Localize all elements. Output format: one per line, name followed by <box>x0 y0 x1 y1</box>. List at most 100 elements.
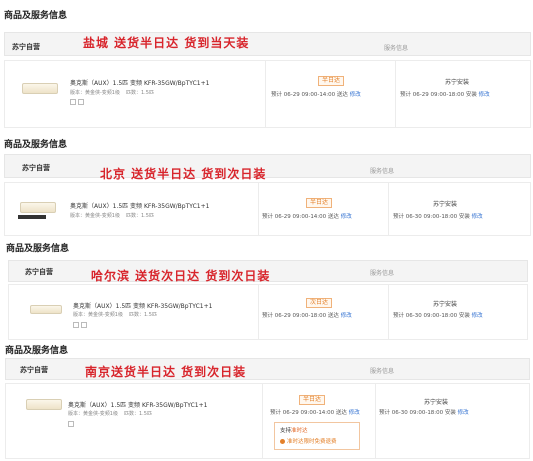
product-attrs: 版本：黄金侠-变频1级 匹数：1.5匹 <box>70 89 154 96</box>
edit-install-link[interactable]: 修改 <box>472 313 483 319</box>
product-image[interactable] <box>26 399 62 410</box>
delivery-suffix: 送达 <box>336 92 348 98</box>
delivery-eta-text: 预计 06-29 09:00-18:00 <box>262 313 327 319</box>
section-title: 商品及服务信息 <box>5 346 69 356</box>
store-name: 苏宁自营 <box>25 268 53 276</box>
install-eta-text: 预计 06-30 09:00-18:00 安装 <box>393 214 470 220</box>
delivery-badge: 半日达 <box>299 395 326 405</box>
service-header: 服务信息 <box>370 168 395 175</box>
product-image[interactable] <box>20 202 56 213</box>
service-header: 服务信息 <box>370 270 395 277</box>
divider <box>395 61 396 127</box>
delivery-eta: 预计 06-29 09:00-18:00 送达 修改 <box>262 311 352 319</box>
gift-icon[interactable] <box>68 421 74 427</box>
panel-beijing: 商品及服务信息 苏宁自营 北京 送货半日达 货到次日装 服务信息 奥克斯（AUX… <box>0 132 533 238</box>
store-header <box>5 358 530 380</box>
image-caption-bar <box>18 215 46 219</box>
install-label: 苏宁安装 <box>424 399 449 406</box>
delivery-eta: 预计 06-29 09:00-14:00 送达 修改 <box>271 90 361 98</box>
delivery-badge: 次日达 <box>306 298 333 308</box>
product-name[interactable]: 奥克斯（AUX）1.5匹 变频 KFR-35GW/BpTYC1+1 <box>68 400 207 409</box>
promo-overlay: 南京送货半日达 货到次日装 <box>85 365 247 379</box>
edit-delivery-link[interactable]: 修改 <box>350 92 361 98</box>
tip-line-1: 支持准时达 <box>280 426 308 434</box>
pieces-label: 匹数：1.5匹 <box>126 213 154 219</box>
divider <box>262 384 263 458</box>
divider <box>258 183 259 235</box>
install-eta-text: 预计 06-29 09:00-18:00 安装 <box>400 92 477 98</box>
delivery-eta-text: 预计 06-29 09:00-14:00 <box>271 92 336 98</box>
version-label: 版本：黄金侠-变频1级 <box>70 90 120 96</box>
section-title: 商品及服务信息 <box>6 244 70 254</box>
service-header: 服务信息 <box>384 45 409 52</box>
store-name: 苏宁自营 <box>12 43 40 51</box>
delivery-eta-text: 预计 06-29 09:00-14:00 <box>262 214 327 220</box>
edit-delivery-link[interactable]: 修改 <box>341 214 352 220</box>
delivery-suffix: 送达 <box>327 313 339 319</box>
install-label: 苏宁安装 <box>433 301 458 308</box>
version-label: 版本：黄金侠-变频1级 <box>68 411 118 417</box>
install-label: 苏宁安装 <box>445 79 470 86</box>
edit-delivery-link[interactable]: 修改 <box>341 313 352 319</box>
divider <box>265 61 266 127</box>
install-eta: 预计 06-29 09:00-18:00 安装 修改 <box>400 90 490 98</box>
pieces-label: 匹数：1.5匹 <box>129 312 157 318</box>
divider <box>388 183 389 235</box>
delivery-badge: 半日达 <box>318 76 345 86</box>
version-label: 版本：黄金侠-变频1级 <box>73 312 123 318</box>
panel-nanjing: 商品及服务信息 苏宁自营 南京送货半日达 货到次日装 服务信息 奥克斯（AUX）… <box>0 342 533 461</box>
product-attrs: 版本：黄金侠-变频1级 匹数：1.5匹 <box>68 410 152 417</box>
clock-icon <box>280 439 285 444</box>
install-eta-text: 预计 06-30 09:00-18:00 安装 <box>379 410 456 416</box>
product-name[interactable]: 奥克斯（AUX）1.5匹 变频 KFR-35GW/BpTYC1+1 <box>70 201 209 210</box>
product-row <box>5 383 530 459</box>
tip-highlight: 准时达 <box>291 428 308 434</box>
pieces-label: 匹数：1.5匹 <box>126 90 154 96</box>
product-attrs: 版本：黄金侠-变频1级 匹数：1.5匹 <box>73 311 157 318</box>
version-label: 版本：黄金侠-变频1级 <box>70 213 120 219</box>
install-eta: 预计 06-30 09:00-18:00 安装 修改 <box>393 311 483 319</box>
product-attrs: 版本：黄金侠-变频1级 匹数：1.5匹 <box>70 212 154 219</box>
edit-install-link[interactable]: 修改 <box>479 92 490 98</box>
edit-install-link[interactable]: 修改 <box>458 410 469 416</box>
store-name: 苏宁自营 <box>22 164 50 172</box>
mail-icon[interactable] <box>81 322 87 328</box>
tip-refund-text: 准时达限时免费退费 <box>287 439 337 445</box>
edit-delivery-link[interactable]: 修改 <box>349 410 360 416</box>
on-time-tooltip: 支持准时达 准时达限时免费退费 <box>274 422 360 450</box>
tip-prefix: 支持 <box>280 428 292 434</box>
delivery-eta-text: 预计 06-29 09:00-14:00 <box>270 410 335 416</box>
edit-install-link[interactable]: 修改 <box>472 214 483 220</box>
gift-icon[interactable] <box>73 322 79 328</box>
promo-overlay: 哈尔滨 送货次日达 货到次日装 <box>91 269 271 283</box>
delivery-eta: 预计 06-29 09:00-14:00 送达 修改 <box>270 408 360 416</box>
product-name[interactable]: 奥克斯（AUX）1.5匹 变频 KFR-35GW/BpTYC1+1 <box>73 301 212 310</box>
pieces-label: 匹数：1.5匹 <box>124 411 152 417</box>
product-image[interactable] <box>22 83 58 94</box>
delivery-suffix: 送达 <box>327 214 339 220</box>
store-header <box>4 154 531 178</box>
divider <box>258 285 259 339</box>
tip-line-2: 准时达限时免费退费 <box>280 437 337 445</box>
install-eta: 预计 06-30 09:00-18:00 安装 修改 <box>393 212 483 220</box>
promo-overlay: 盐城 送货半日达 货到当天装 <box>83 36 250 50</box>
product-name[interactable]: 奥克斯（AUX）1.5匹 变频 KFR-35GW/BpTYC1+1 <box>70 78 209 87</box>
divider <box>375 384 376 458</box>
delivery-badge: 半日达 <box>306 198 333 208</box>
delivery-suffix: 送达 <box>335 410 347 416</box>
section-title: 商品及服务信息 <box>4 140 68 150</box>
promo-overlay: 北京 送货半日达 货到次日装 <box>100 167 267 181</box>
gift-icon[interactable] <box>70 99 76 105</box>
divider <box>388 285 389 339</box>
delivery-eta: 预计 06-29 09:00-14:00 送达 修改 <box>262 212 352 220</box>
store-name: 苏宁自营 <box>20 366 48 374</box>
product-image[interactable] <box>30 305 62 314</box>
section-title: 商品及服务信息 <box>4 11 68 21</box>
install-label: 苏宁安装 <box>433 201 458 208</box>
panel-yancheng: 商品及服务信息 苏宁自营 盐城 送货半日达 货到当天装 服务信息 奥克斯（AUX… <box>0 0 533 130</box>
panel-harbin: 商品及服务信息 苏宁自营 哈尔滨 送货次日达 货到次日装 服务信息 奥克斯（AU… <box>0 238 533 342</box>
mail-icon[interactable] <box>78 99 84 105</box>
install-eta-text: 预计 06-30 09:00-18:00 安装 <box>393 313 470 319</box>
install-eta: 预计 06-30 09:00-18:00 安装 修改 <box>379 408 469 416</box>
service-header: 服务信息 <box>370 368 395 375</box>
